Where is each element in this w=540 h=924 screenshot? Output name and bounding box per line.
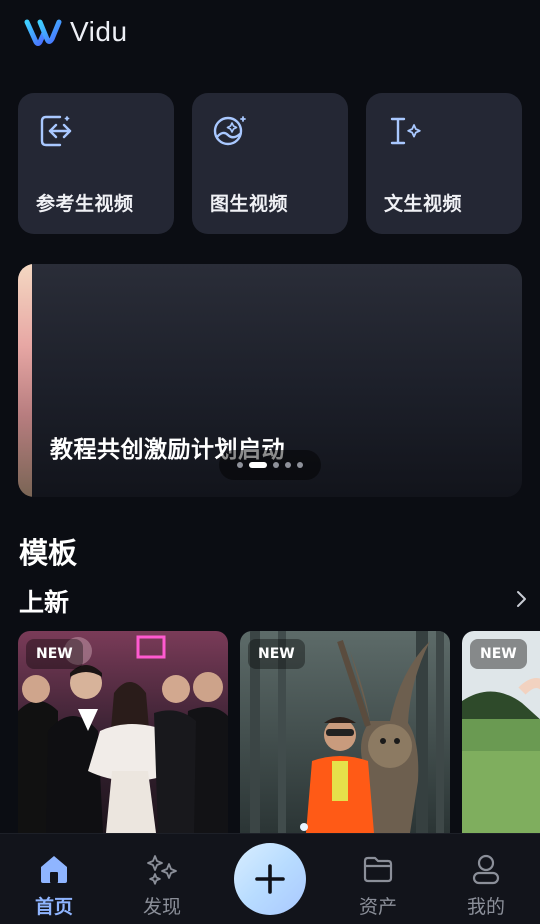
image-video-card[interactable]: 图生视频 (192, 93, 348, 234)
tab-profile[interactable]: 我的 (432, 834, 540, 924)
new-badge: NEW (248, 639, 305, 669)
tab-assets[interactable]: 资产 (324, 834, 432, 924)
carousel-dot[interactable] (297, 462, 303, 468)
text-video-icon (390, 117, 421, 145)
reference-video-icon (40, 115, 72, 147)
quick-actions: 参考生视频 图生视频 文生视频 (18, 93, 522, 234)
sparkle-icon (147, 855, 177, 885)
new-badge: NEW (26, 639, 83, 669)
template-card[interactable]: NEW (18, 631, 228, 833)
carousel-dot[interactable] (273, 462, 279, 468)
tab-home[interactable]: 首页 (0, 834, 108, 924)
vidu-logo-icon (24, 19, 62, 46)
reference-video-card[interactable]: 参考生视频 (18, 93, 174, 234)
image-video-label: 图生视频 (210, 193, 289, 215)
template-card[interactable]: NEW (240, 631, 450, 833)
templates-section-title: 模板 (19, 536, 78, 570)
tab-assets-label: 资产 (358, 896, 397, 918)
chevron-right-icon[interactable] (510, 588, 532, 610)
plus-icon (255, 864, 285, 894)
reference-video-label: 参考生视频 (36, 193, 134, 215)
new-badge: NEW (470, 639, 527, 669)
tab-discover[interactable]: 发现 (108, 834, 216, 924)
home-icon (41, 856, 67, 883)
user-icon (472, 854, 500, 885)
template-carousel[interactable]: NEW NEW NEW (18, 631, 540, 833)
text-video-card[interactable]: 文生视频 (366, 93, 522, 234)
new-templates-title[interactable]: 上新 (19, 583, 69, 619)
promo-banner[interactable]: 教程共创激励计划启动 (18, 264, 522, 497)
create-button[interactable] (234, 843, 306, 915)
app-name: Vidu (70, 16, 128, 47)
tab-discover-label: 发现 (142, 896, 181, 918)
banner-image-edge (18, 264, 32, 497)
app-logo[interactable]: Vidu (24, 16, 128, 48)
text-video-label: 文生视频 (384, 193, 463, 215)
carousel-dot-active[interactable] (249, 462, 267, 468)
image-video-icon (213, 116, 246, 146)
folder-icon (363, 856, 393, 883)
template-card[interactable]: NEW (462, 631, 540, 833)
tab-home-label: 首页 (34, 896, 73, 918)
bottom-tab-bar: 首页 发现 资产 我的 (0, 833, 540, 924)
tab-profile-label: 我的 (466, 896, 505, 918)
app-header: Vidu (0, 0, 540, 72)
carousel-dot[interactable] (237, 462, 243, 468)
carousel-indicator (219, 450, 321, 480)
carousel-dot[interactable] (285, 462, 291, 468)
